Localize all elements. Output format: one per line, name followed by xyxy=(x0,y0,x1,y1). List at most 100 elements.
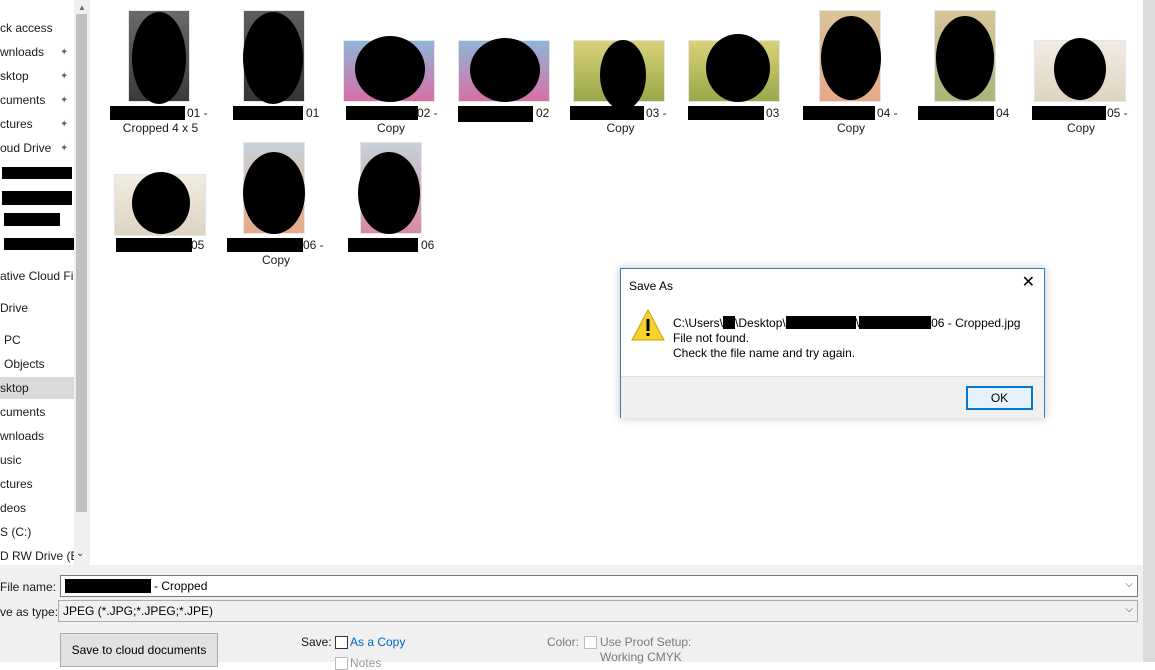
nav-label: D RW Drive (E xyxy=(0,549,74,563)
file-name-line1: 03 - xyxy=(646,106,667,120)
chevron-down-icon[interactable]: ⌵ xyxy=(1125,604,1133,615)
nav-label: Objects xyxy=(4,357,45,371)
redacted-username xyxy=(723,316,736,329)
window-edge xyxy=(1143,0,1155,662)
use-proof-setup-label: Use Proof Setup: xyxy=(600,635,692,649)
nav-label: sktop xyxy=(0,381,29,395)
file-name-line1: 01 xyxy=(306,106,320,120)
nav-label: ative Cloud Fil xyxy=(0,269,74,283)
nav-label: usic xyxy=(0,453,22,467)
nav-label: Drive xyxy=(0,301,29,315)
nav-label: ctures xyxy=(0,477,33,491)
redacted-filename xyxy=(116,238,192,252)
file-name-line2: Copy xyxy=(261,253,290,267)
path-suffix: 06 - Cropped.jpg xyxy=(931,316,1021,330)
file-name-field[interactable]: - Cropped ⌵ xyxy=(60,575,1138,597)
close-icon[interactable]: ✕ xyxy=(1022,275,1035,291)
dialog-footer: OK xyxy=(621,376,1044,418)
redacted-nav-item xyxy=(4,238,74,250)
nav-label: wnloads xyxy=(0,429,45,443)
nav-label: cuments xyxy=(0,405,46,419)
use-proof-setup-checkbox[interactable] xyxy=(584,636,597,649)
redacted-filename xyxy=(688,106,764,120)
redaction-mask xyxy=(936,16,994,100)
save-label: Save: xyxy=(301,635,332,649)
nav-item-dvd-drive[interactable]: D RW Drive (E xyxy=(0,545,74,565)
nav-label: ck access xyxy=(0,21,53,35)
redacted-filename xyxy=(458,106,533,122)
nav-item-documents-pinned[interactable]: cuments xyxy=(0,89,45,111)
file-name-line1: 03 xyxy=(766,106,780,120)
file-name-line1: 05 - xyxy=(1107,106,1128,120)
redacted-filename xyxy=(1032,106,1106,120)
redacted-filename xyxy=(348,238,418,252)
file-name-line1: 04 - xyxy=(877,106,898,120)
nav-label: cuments xyxy=(0,93,46,107)
nav-item-documents[interactable]: cuments xyxy=(0,401,45,423)
file-name-line1: 04 xyxy=(996,106,1010,120)
nav-item-quick-access[interactable]: ck access xyxy=(0,17,53,39)
nav-item-downloads[interactable]: wnloads xyxy=(0,425,44,447)
redacted-filename xyxy=(346,106,418,120)
scrollbar-thumb[interactable] xyxy=(76,14,87,512)
redacted-filename xyxy=(65,579,151,593)
pin-icon: ✦ xyxy=(60,71,69,82)
pin-icon: ✦ xyxy=(60,143,69,154)
file-name-line2: Copy xyxy=(376,121,405,135)
nav-item-os-c[interactable]: S (C:) xyxy=(0,521,31,543)
dialog-body: C:\Users\ \Desktop\ \ 06 - Cropped.jpg File… xyxy=(621,305,1044,375)
redaction-mask xyxy=(358,152,420,234)
pin-icon: ✦ xyxy=(60,95,69,106)
notes-checkbox[interactable] xyxy=(335,657,348,670)
redacted-filename xyxy=(859,316,932,329)
file-name-value: - Cropped xyxy=(154,579,208,593)
nav-item-this-pc[interactable]: PC xyxy=(4,329,21,351)
nav-scrollbar[interactable]: ▲ ⌄ xyxy=(74,0,90,565)
save-options-panel: File name: - Cropped ⌵ ve as type: JPEG … xyxy=(0,565,1143,670)
redacted-filename xyxy=(570,106,644,120)
nav-item-music[interactable]: usic xyxy=(0,449,21,471)
dialog-hint: Check the file name and try again. xyxy=(673,346,856,360)
nav-label: S (C:) xyxy=(0,525,32,539)
path-desktop: \Desktop\ xyxy=(735,316,786,330)
redaction-mask xyxy=(132,172,190,234)
file-name-label: File name: xyxy=(0,580,57,594)
nav-item-pictures-pinned[interactable]: ctures xyxy=(0,113,33,135)
scroll-up-icon[interactable]: ▲ xyxy=(78,3,86,12)
redaction-mask xyxy=(243,12,303,104)
file-name-line1: 06 xyxy=(421,238,435,252)
save-as-type-select[interactable]: JPEG (*.JPG;*.JPEG;*.JPE) ⌵ xyxy=(58,600,1138,622)
ok-button[interactable]: OK xyxy=(966,386,1033,410)
as-a-copy-checkbox[interactable] xyxy=(335,636,348,649)
file-name-line2: Copy xyxy=(836,121,865,135)
nav-item-videos[interactable]: deos xyxy=(0,497,26,519)
redacted-nav-item xyxy=(4,213,60,226)
chevron-down-icon[interactable]: ⌵ xyxy=(1125,579,1133,590)
save-as-type-value: JPEG (*.JPG;*.JPEG;*.JPE) xyxy=(63,604,214,618)
nav-item-3d-objects[interactable]: Objects xyxy=(4,353,45,375)
redaction-mask xyxy=(600,40,646,110)
redacted-filename xyxy=(918,106,994,120)
nav-item-pictures[interactable]: ctures xyxy=(0,473,33,495)
file-name-line1: 01 - xyxy=(187,106,208,120)
nav-item-creative-cloud[interactable]: ative Cloud Fil xyxy=(0,265,74,287)
nav-label: ctures xyxy=(0,117,33,131)
save-as-type-label: ve as type: xyxy=(0,605,59,619)
nav-label: deos xyxy=(0,501,27,515)
redacted-filename xyxy=(110,106,185,120)
as-a-copy-label[interactable]: As a Copy xyxy=(350,635,405,649)
nav-item-desktop[interactable]: sktop xyxy=(0,377,74,399)
save-as-error-dialog: Save As ✕ C:\Users\ \Desktop\ \ 06 - Croppe… xyxy=(620,268,1045,418)
nav-item-onedrive[interactable]: Drive xyxy=(0,297,28,319)
file-name-line1: 05 xyxy=(191,238,205,252)
nav-item-downloads-pinned[interactable]: wnloads xyxy=(0,41,44,63)
file-name-line1: 06 - xyxy=(303,238,324,252)
nav-item-desktop-pinned[interactable]: sktop xyxy=(0,65,29,87)
nav-item-cloud-drive[interactable]: oud Drive xyxy=(0,137,51,159)
file-name-line1: 02 xyxy=(536,106,550,120)
chevron-down-icon[interactable]: ⌄ xyxy=(76,548,84,559)
file-name-line1: 02 - xyxy=(417,106,438,120)
redaction-mask xyxy=(821,16,881,100)
color-label: Color: xyxy=(547,635,580,649)
redaction-mask xyxy=(243,152,305,234)
